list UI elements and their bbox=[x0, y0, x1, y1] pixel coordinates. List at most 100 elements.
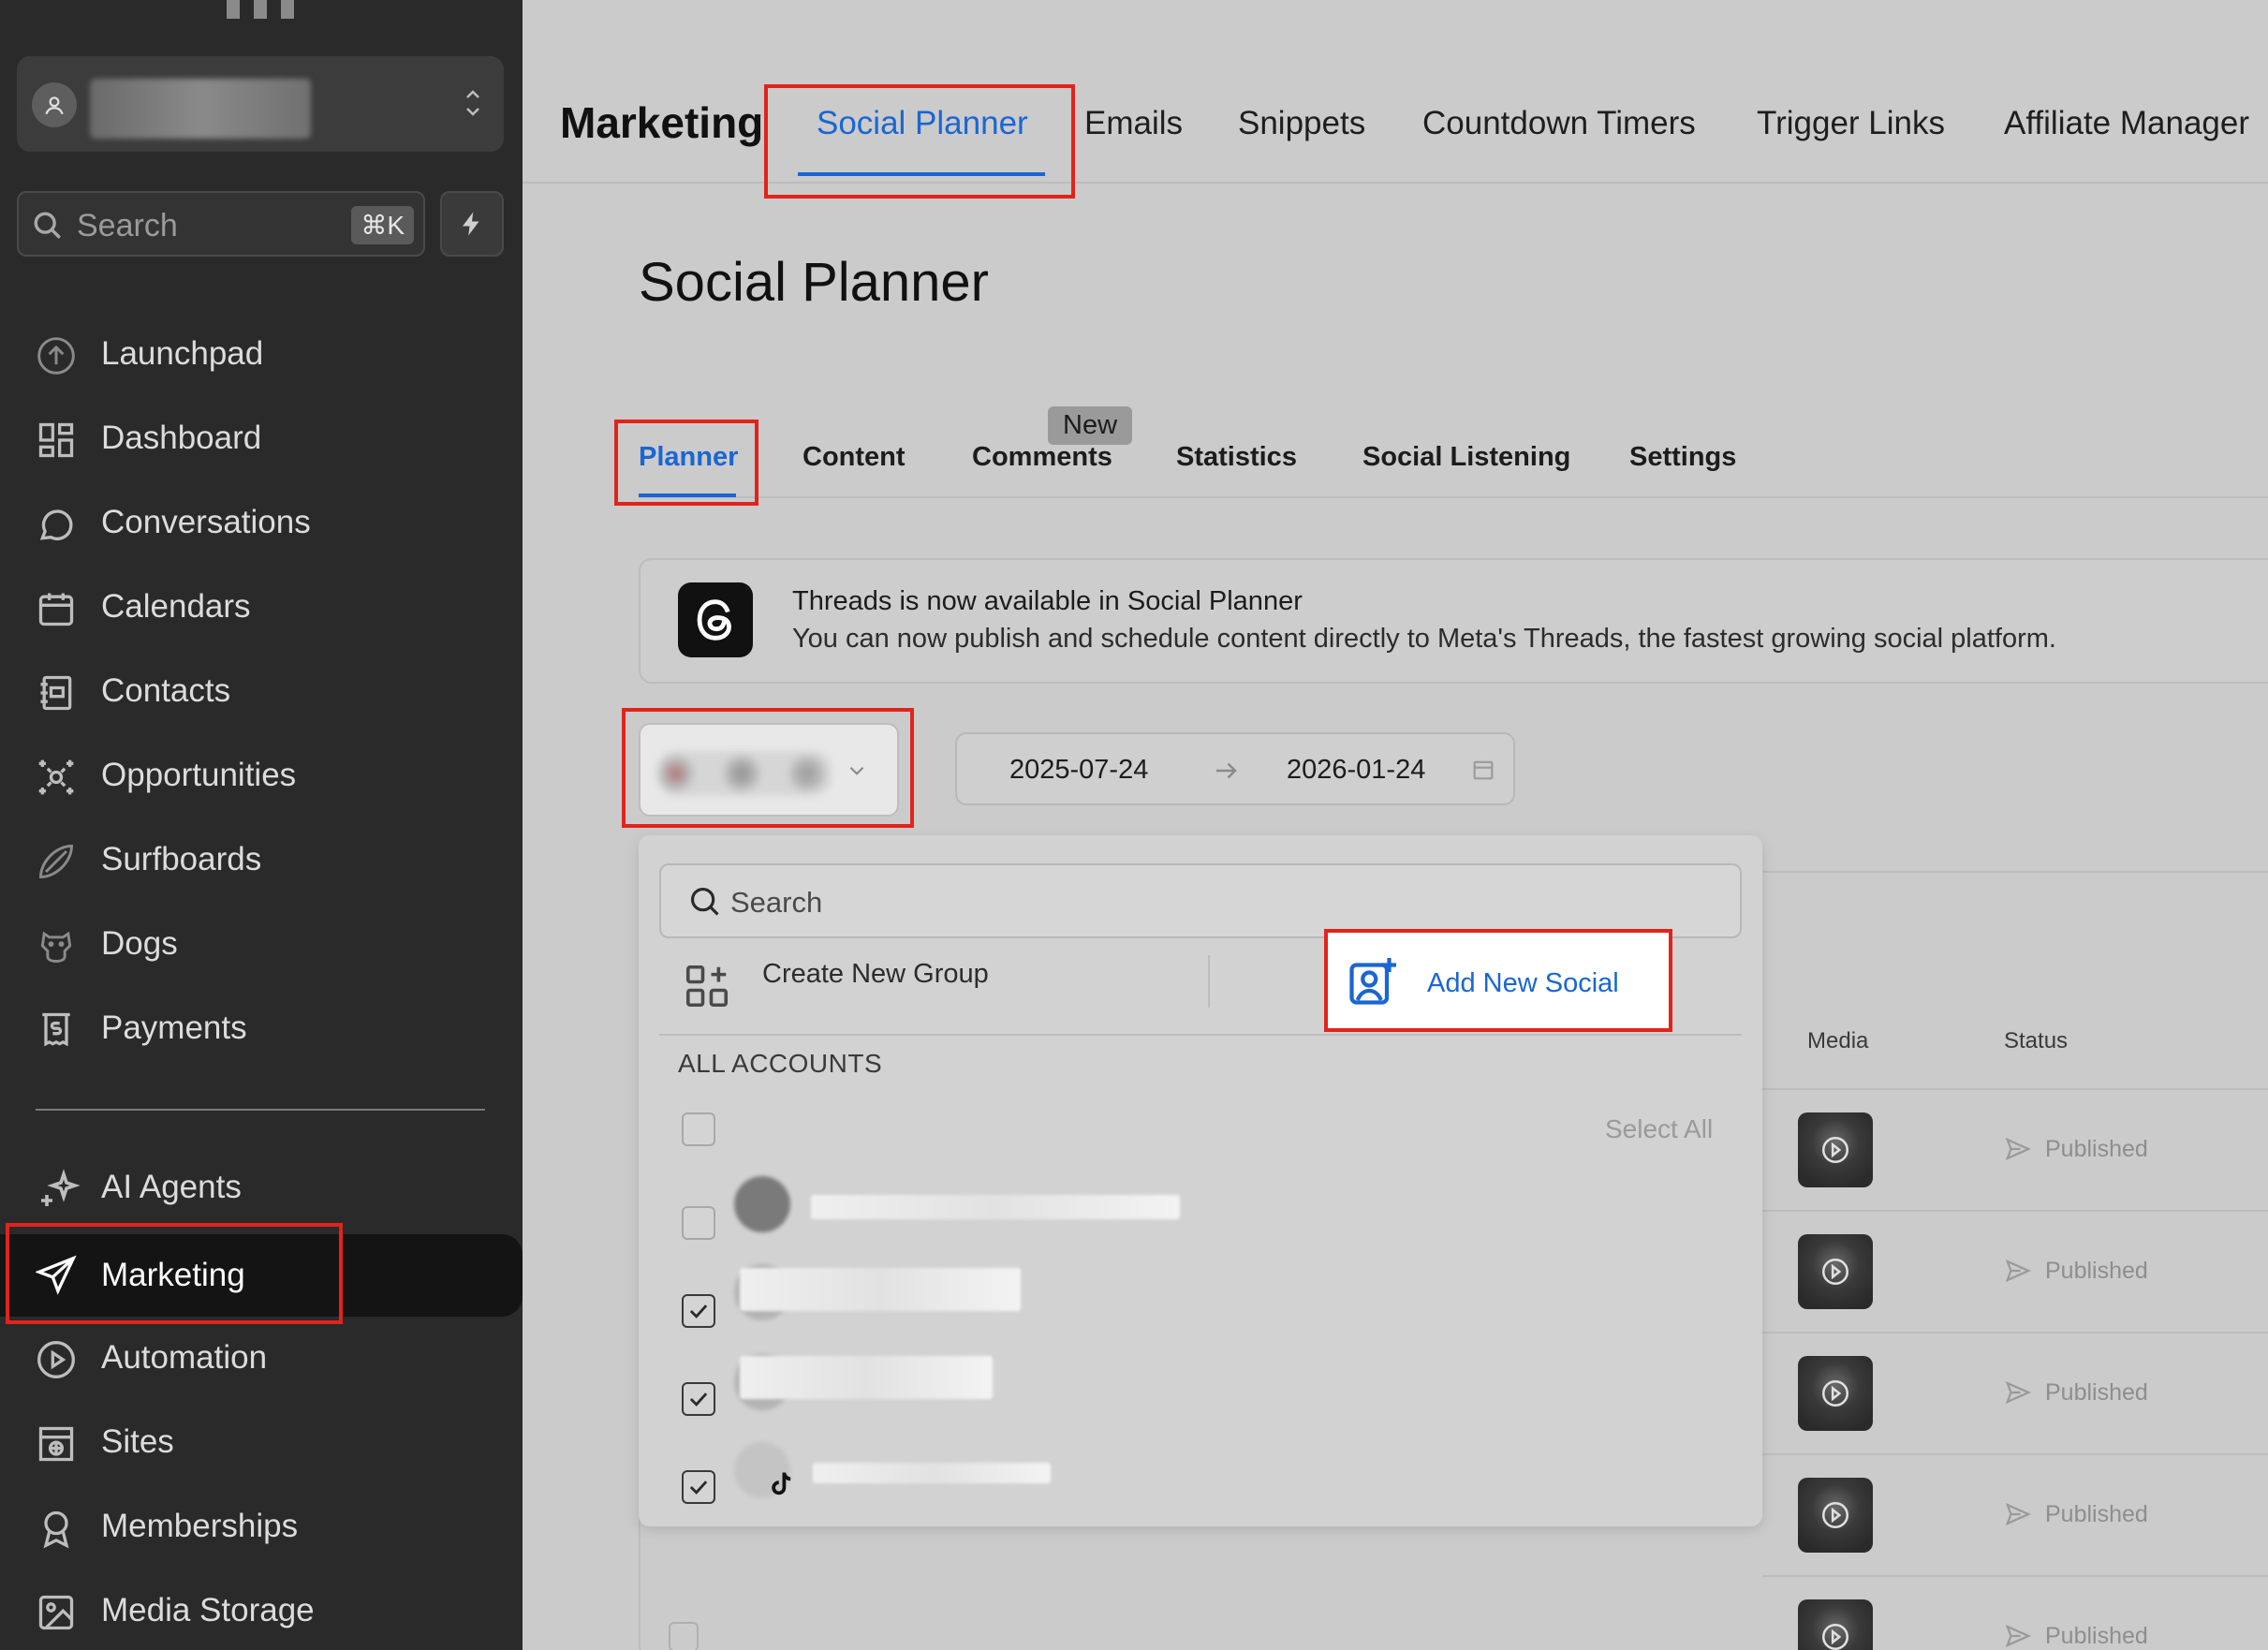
sidebar-item-automation[interactable]: Automation bbox=[0, 1320, 523, 1397]
sidebar-search[interactable]: Search ⌘K bbox=[17, 191, 425, 257]
memberships-icon bbox=[36, 1508, 77, 1549]
status-badge: Published bbox=[2004, 1135, 2148, 1163]
subtab-content[interactable]: Content bbox=[803, 442, 906, 473]
account-checkbox[interactable] bbox=[682, 1206, 715, 1240]
account-search-placeholder: Search bbox=[730, 886, 823, 919]
date-range-picker[interactable]: 2025-07-24 2026-01-24 bbox=[955, 732, 1515, 805]
sidebar-item-label: Launchpad bbox=[101, 335, 264, 372]
status-text: Published bbox=[2045, 1135, 2148, 1162]
account-checkbox[interactable] bbox=[682, 1470, 715, 1504]
media-thumbnail[interactable] bbox=[1798, 1478, 1873, 1553]
check-icon bbox=[689, 1392, 708, 1407]
send-icon bbox=[2005, 1380, 2032, 1405]
divider bbox=[659, 1034, 1742, 1036]
sidebar-item-label: Payments bbox=[101, 1009, 247, 1046]
dog-icon bbox=[36, 925, 77, 966]
sidebar-item-label: AI Agents bbox=[101, 1169, 242, 1205]
tab-emails[interactable]: Emails bbox=[1084, 105, 1183, 142]
sidebar-item-label: Media Storage bbox=[101, 1592, 315, 1628]
search-icon bbox=[687, 884, 723, 920]
chat-icon bbox=[36, 504, 77, 545]
highlight-add-new-social bbox=[1324, 929, 1672, 1032]
sparkle-icon bbox=[36, 1169, 81, 1210]
arrow-right-icon bbox=[1212, 757, 1240, 785]
account-name-redacted bbox=[90, 79, 311, 139]
play-icon bbox=[1821, 1379, 1849, 1407]
create-group-icon bbox=[682, 961, 732, 1011]
status-badge: Published bbox=[2004, 1257, 2148, 1285]
app-title: Marketing bbox=[560, 98, 764, 147]
logo bbox=[227, 0, 294, 19]
sites-icon bbox=[36, 1423, 77, 1465]
sidebar-item-dashboard[interactable]: Dashboard bbox=[0, 401, 523, 478]
media-thumbnail[interactable] bbox=[1798, 1112, 1873, 1187]
tab-trigger-links[interactable]: Trigger Links bbox=[1757, 105, 1945, 142]
banner-subtitle: You can now publish and schedule content… bbox=[792, 624, 2056, 654]
media-thumbnail[interactable] bbox=[1798, 1599, 1873, 1650]
sidebar-item-opportunities[interactable]: Opportunities bbox=[0, 738, 523, 815]
sidebar-item-conversations[interactable]: Conversations bbox=[0, 485, 523, 562]
sidebar-item-label: Conversations bbox=[101, 504, 311, 540]
bolt-icon bbox=[463, 212, 479, 236]
account-search-input[interactable]: Search bbox=[659, 863, 1742, 938]
send-icon bbox=[2005, 1502, 2032, 1526]
play-icon bbox=[1821, 1501, 1849, 1529]
media-thumbnail[interactable] bbox=[1798, 1234, 1873, 1309]
sidebar-item-memberships[interactable]: Memberships bbox=[0, 1489, 523, 1566]
sidebar-item-launchpad[interactable]: Launchpad bbox=[0, 317, 523, 393]
sidebar-item-ai-agents[interactable]: AI Agents bbox=[0, 1150, 523, 1227]
tab-countdown-timers[interactable]: Countdown Timers bbox=[1422, 105, 1696, 142]
chevron-updown-icon bbox=[463, 84, 483, 122]
subtab-social-listening[interactable]: Social Listening bbox=[1362, 442, 1570, 473]
media-thumbnail[interactable] bbox=[1798, 1356, 1873, 1431]
row-checkbox[interactable] bbox=[669, 1622, 699, 1650]
sidebar-divider bbox=[36, 1109, 485, 1111]
date-end: 2026-01-24 bbox=[1287, 755, 1426, 785]
account-checkbox[interactable] bbox=[682, 1382, 715, 1416]
status-badge: Published bbox=[2004, 1500, 2148, 1528]
account-name-redacted bbox=[813, 1463, 1051, 1483]
contacts-icon bbox=[36, 672, 77, 714]
status-badge: Published bbox=[2004, 1378, 2148, 1407]
sidebar-item-calendars[interactable]: Calendars bbox=[0, 569, 523, 646]
sidebar-item-media-storage[interactable]: Media Storage bbox=[0, 1573, 523, 1650]
column-header-media: Media bbox=[1807, 1028, 1869, 1053]
account-switcher[interactable] bbox=[17, 56, 504, 152]
sidebar: Search ⌘K Launchpad Dashboard Conversati… bbox=[0, 0, 523, 1650]
date-start: 2025-07-24 bbox=[1009, 755, 1149, 785]
select-all-checkbox[interactable] bbox=[682, 1112, 715, 1146]
send-icon bbox=[2005, 1259, 2032, 1283]
sidebar-search-placeholder: Search bbox=[77, 208, 178, 243]
status-text: Published bbox=[2045, 1500, 2148, 1527]
send-icon bbox=[2005, 1137, 2032, 1161]
row-divider bbox=[1762, 1332, 2268, 1333]
threads-banner: Threads is now available in Social Plann… bbox=[639, 558, 2268, 684]
subtab-comments[interactable]: Comments bbox=[972, 442, 1112, 473]
all-accounts-label: ALL ACCOUNTS bbox=[678, 1049, 883, 1078]
quick-action-button[interactable] bbox=[440, 191, 504, 257]
sidebar-item-dogs[interactable]: Dogs bbox=[0, 906, 523, 983]
sidebar-item-payments[interactable]: Payments bbox=[0, 991, 523, 1068]
opportunities-icon bbox=[36, 757, 77, 798]
highlight-marketing-nav bbox=[6, 1223, 343, 1324]
account-name-redacted bbox=[811, 1195, 1180, 1219]
sidebar-item-sites[interactable]: Sites bbox=[0, 1405, 523, 1481]
dashboard-icon bbox=[36, 420, 77, 461]
sidebar-item-surfboards[interactable]: Surfboards bbox=[0, 822, 523, 899]
tab-snippets[interactable]: Snippets bbox=[1238, 105, 1365, 142]
subtab-statistics[interactable]: Statistics bbox=[1176, 442, 1297, 473]
highlight-account-filter bbox=[622, 708, 914, 828]
subtab-divider bbox=[639, 496, 2268, 498]
sidebar-item-label: Memberships bbox=[101, 1508, 299, 1544]
check-icon bbox=[689, 1304, 708, 1319]
account-checkbox[interactable] bbox=[682, 1294, 715, 1328]
row-divider bbox=[1762, 1210, 2268, 1212]
image-icon bbox=[36, 1592, 77, 1633]
create-new-group-button[interactable]: Create New Group bbox=[762, 959, 989, 990]
subtab-settings[interactable]: Settings bbox=[1629, 442, 1736, 473]
sidebar-item-contacts[interactable]: Contacts bbox=[0, 654, 523, 730]
sidebar-item-label: Calendars bbox=[101, 588, 251, 625]
account-avatar bbox=[734, 1176, 790, 1232]
select-all-label[interactable]: Select All bbox=[1605, 1114, 1713, 1144]
tab-affiliate-manager[interactable]: Affiliate Manager bbox=[2004, 105, 2249, 142]
